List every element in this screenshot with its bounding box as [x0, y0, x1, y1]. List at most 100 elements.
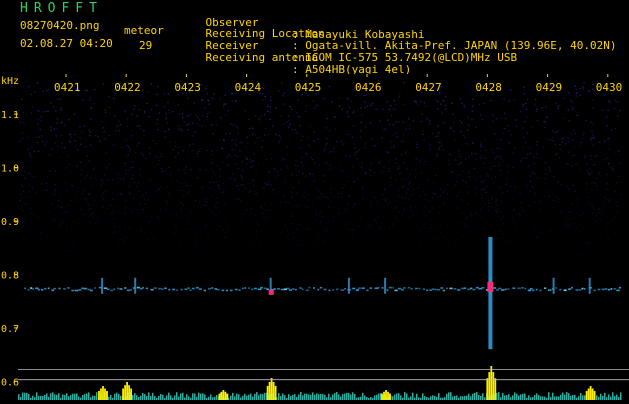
noise-dot [307, 199, 309, 201]
noise-dot [250, 274, 251, 275]
noise-dot [596, 184, 598, 187]
noise-dot [300, 224, 302, 226]
noise-dot [28, 245, 31, 247]
noise-dot [328, 220, 330, 222]
level-bar [152, 392, 154, 400]
noise-dot [429, 219, 431, 221]
carrier-dot [189, 289, 192, 291]
noise-dot [165, 208, 167, 210]
noise-dot [263, 216, 265, 218]
noise-dot [397, 196, 399, 198]
noise-dot [395, 162, 398, 164]
noise-dot [264, 127, 267, 129]
noise-dot [140, 227, 142, 229]
noise-dot [209, 248, 211, 250]
noise-dot [224, 103, 226, 105]
noise-dot [152, 139, 154, 142]
noise-dot [270, 99, 272, 101]
noise-dot [252, 179, 254, 181]
noise-dot [403, 82, 405, 84]
noise-dot [208, 111, 211, 113]
noise-dot [87, 215, 90, 217]
level-bar [294, 394, 296, 400]
noise-dot [254, 142, 256, 144]
noise-dot [375, 221, 378, 223]
noise-dot [231, 145, 233, 147]
noise-dot [237, 256, 240, 258]
level-peak [589, 386, 592, 400]
noise-dot [595, 220, 597, 222]
noise-dot [221, 148, 224, 150]
noise-dot [484, 139, 486, 141]
noise-dot [225, 114, 227, 116]
noise-dot [478, 103, 481, 106]
level-peak [266, 385, 269, 400]
noise-dot [356, 151, 359, 153]
noise-dot [275, 134, 277, 136]
noise-dot [265, 183, 268, 185]
noise-dot [578, 258, 580, 260]
noise-dot [314, 249, 316, 252]
noise-dot [237, 155, 239, 158]
noise-dot [390, 105, 392, 107]
noise-dot [37, 217, 40, 219]
noise-dot [591, 137, 594, 139]
noise-dot [223, 139, 225, 141]
noise-dot [229, 178, 231, 180]
noise-dot [99, 256, 101, 258]
noise-dot [575, 253, 578, 255]
noise-dot [240, 184, 242, 186]
noise-dot [58, 193, 61, 195]
noise-dot [495, 210, 498, 212]
noise-dot [419, 234, 422, 236]
noise-dot [210, 263, 212, 265]
noise-dot [320, 211, 322, 213]
noise-dot [612, 219, 614, 221]
carrier-dot [616, 289, 620, 292]
noise-dot [155, 155, 157, 158]
level-bar [580, 393, 582, 400]
noise-dot [27, 86, 30, 88]
noise-dot [281, 159, 283, 161]
noise-dot [428, 120, 431, 122]
noise-dot [163, 106, 166, 108]
noise-dot [89, 208, 91, 210]
noise-dot [500, 193, 503, 195]
level-bar [324, 394, 326, 400]
noise-dot [18, 208, 21, 210]
noise-dot [118, 225, 120, 227]
noise-dot [79, 161, 82, 163]
noise-dot [483, 267, 484, 268]
level-bar [354, 394, 356, 400]
noise-dot [580, 141, 582, 143]
noise-dot [423, 190, 425, 192]
carrier-dot [453, 288, 457, 290]
noise-dot [140, 209, 143, 211]
noise-dot [462, 170, 464, 172]
noise-dot [212, 181, 215, 183]
noise-dot [571, 165, 573, 167]
noise-dot [358, 259, 360, 261]
level-bar [620, 392, 622, 400]
noise-dot [293, 231, 295, 234]
noise-dot [59, 257, 61, 259]
noise-dot [204, 244, 206, 246]
noise-dot [603, 94, 606, 96]
noise-dot [606, 189, 608, 191]
noise-dot [403, 140, 405, 142]
level-bar [96, 392, 98, 400]
noise-dot [471, 105, 474, 107]
noise-dot [237, 258, 240, 260]
noise-dot [608, 100, 610, 102]
noise-dot [524, 245, 526, 247]
noise-dot [446, 193, 449, 195]
noise-dot [359, 249, 361, 251]
noise-dot [346, 223, 348, 225]
noise-dot [483, 102, 486, 104]
noise-dot [180, 128, 182, 130]
noise-dot [284, 195, 286, 197]
level-bar [56, 394, 58, 400]
noise-dot [305, 175, 307, 177]
noise-dot [261, 87, 263, 89]
noise-dot [423, 255, 425, 257]
